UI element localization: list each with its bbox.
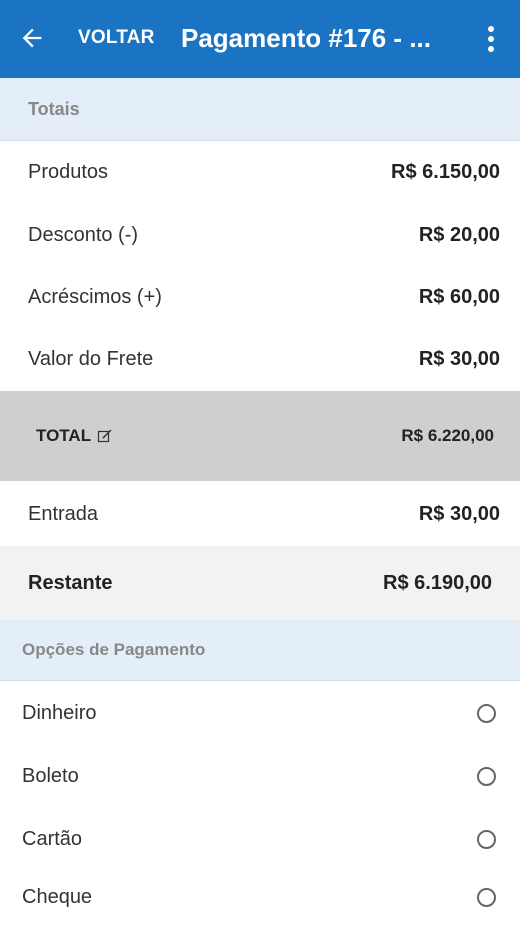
totals-row-acrescimos: Acréscimos (+) R$ 60,00 [0, 266, 520, 328]
payment-option-cartao[interactable]: Cartão [0, 808, 520, 870]
restante-value: R$ 6.190,00 [383, 571, 492, 594]
payment-option-cheque[interactable]: Cheque [0, 866, 520, 928]
row-label: Acréscimos (+) [28, 285, 162, 308]
row-label: Produtos [28, 160, 109, 183]
entrada-label: Entrada [28, 502, 99, 525]
radio-button[interactable] [477, 766, 496, 786]
section-header-label: Totais [28, 98, 80, 119]
back-arrow-icon [22, 28, 42, 48]
row-value: R$ 60,00 [418, 285, 500, 308]
radio-button[interactable] [477, 703, 496, 723]
entrada-row: Entrada R$ 30,00 [0, 482, 520, 546]
row-label: Desconto (-) [28, 223, 139, 246]
section-header-label: Opções de Pagamento [22, 640, 206, 659]
totals-row-frete: Valor do Frete R$ 30,00 [0, 328, 520, 390]
entrada-value: R$ 30,00 [418, 502, 500, 525]
row-label: Valor do Frete [28, 347, 154, 370]
total-value: R$ 6.220,00 [401, 426, 494, 445]
payment-option-label: Boleto [22, 764, 79, 787]
payment-option-label: Cartão [22, 827, 83, 850]
radio-button[interactable] [477, 887, 496, 907]
page-title: Pagamento #176 - ... [181, 23, 431, 53]
total-row: TOTAL R$ 6.220,00 [0, 391, 520, 481]
restante-row: Restante R$ 6.190,00 [0, 546, 520, 620]
back-button[interactable]: VOLTAR [18, 18, 178, 58]
payment-option-dinheiro[interactable]: Dinheiro [0, 682, 520, 744]
payment-option-label: Dinheiro [22, 701, 97, 724]
payment-option-boleto[interactable]: Boleto [0, 745, 520, 807]
row-value: R$ 30,00 [418, 347, 500, 370]
restante-label: Restante [28, 571, 113, 594]
row-value: R$ 20,00 [418, 223, 500, 246]
app-bar: VOLTAR Pagamento #176 - ... [0, 0, 520, 78]
total-label: TOTAL [36, 426, 92, 445]
edit-icon[interactable] [97, 428, 113, 444]
totals-row-desconto: Desconto (-) R$ 20,00 [0, 204, 520, 266]
row-value: R$ 6.150,00 [391, 160, 500, 183]
section-header-totais: Totais [0, 78, 520, 141]
total-label-wrap: TOTAL [36, 426, 113, 446]
overflow-menu-icon[interactable] [478, 24, 502, 54]
payment-option-label: Cheque [22, 885, 93, 908]
totals-row-produtos: Produtos R$ 6.150,00 [0, 141, 520, 203]
back-button-label: VOLTAR [78, 27, 155, 48]
section-header-opcoes: Opções de Pagamento [0, 620, 520, 681]
radio-button[interactable] [477, 829, 496, 849]
